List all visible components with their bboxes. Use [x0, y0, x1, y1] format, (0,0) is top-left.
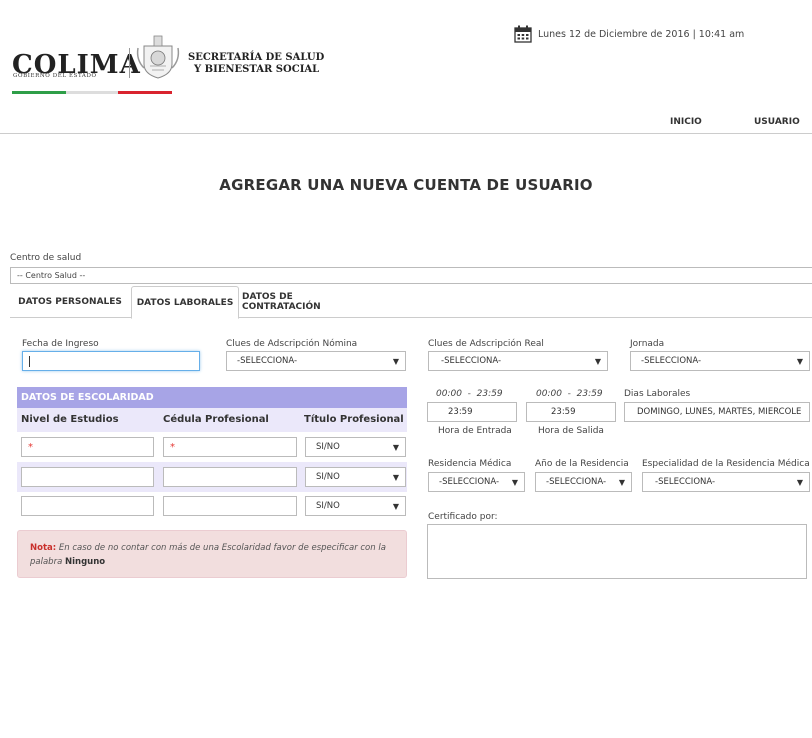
- dias-laborales-value: DOMINGO, LUNES, MARTES, MIERCOLE: [637, 407, 802, 417]
- clues-nomina-value: -SELECCIONA-: [237, 356, 298, 366]
- hora-salida-range: 00:00 - 23:59: [536, 389, 603, 399]
- col-cedula-profesional: Cédula Profesional: [163, 414, 269, 425]
- required-mark: *: [28, 441, 33, 453]
- cedula-profesional-input[interactable]: [163, 496, 297, 516]
- cedula-profesional-input[interactable]: *: [163, 437, 297, 457]
- date-display: Lunes 12 de Diciembre de 2016 | 10:41 am: [514, 24, 744, 44]
- certificado-textarea[interactable]: [427, 524, 807, 579]
- certificado-label: Certificado por:: [428, 512, 498, 522]
- residencia-select[interactable]: -SELECCIONA- ▼: [428, 472, 525, 492]
- chevron-down-icon: ▼: [618, 477, 625, 487]
- secretaria-line-2: Y BIENESTAR SOCIAL: [194, 64, 320, 75]
- required-mark: *: [170, 441, 175, 453]
- clues-nomina-label: Clues de Adscripción Nómina: [226, 339, 358, 349]
- header-divider: [0, 133, 812, 134]
- residencia-label: Residencia Médica: [428, 459, 512, 469]
- titulo-profesional-select[interactable]: SI/NO ▼: [305, 496, 406, 516]
- especialidad-value: -SELECCIONA-: [655, 477, 716, 487]
- jornada-select[interactable]: -SELECCIONA- ▼: [630, 351, 810, 371]
- flag-stripe-red: [118, 91, 172, 94]
- clues-real-label: Clues de Adscripción Real: [428, 339, 544, 349]
- datetime-text: Lunes 12 de Diciembre de 2016 | 10:41 am: [538, 28, 745, 40]
- tab-datos-contratacion[interactable]: DATOS DE CONTRATACIÓN: [242, 286, 368, 318]
- residencia-value: -SELECCIONA-: [439, 477, 500, 487]
- nivel-estudios-input[interactable]: [21, 496, 154, 516]
- fecha-ingreso-label: Fecha de Ingreso: [22, 339, 99, 349]
- anio-residencia-select[interactable]: -SELECCIONA- ▼: [535, 472, 632, 492]
- escolaridad-header: DATOS DE ESCOLARIDAD: [17, 387, 407, 408]
- tab-datos-personales[interactable]: DATOS PERSONALES: [10, 286, 130, 318]
- nivel-estudios-input[interactable]: *: [21, 437, 154, 457]
- titulo-value: SI/NO: [316, 442, 340, 452]
- titulo-profesional-select[interactable]: SI/NO ▼: [305, 467, 406, 487]
- jornada-label: Jornada: [630, 339, 665, 349]
- centro-label: Centro de salud: [10, 253, 82, 263]
- anio-residencia-label: Año de la Residencia: [535, 459, 629, 469]
- hora-entrada-label: Hora de Entrada: [438, 426, 512, 436]
- titulo-value: SI/NO: [316, 472, 340, 482]
- chevron-down-icon: ▼: [796, 477, 803, 487]
- col-nivel-estudios: Nivel de Estudios: [21, 414, 119, 425]
- anio-residencia-value: -SELECCIONA-: [546, 477, 607, 487]
- calendar-icon: [514, 25, 532, 43]
- chevron-down-icon: ▼: [392, 501, 399, 511]
- hora-entrada-value: 23:59: [448, 407, 473, 417]
- fecha-ingreso-input[interactable]: [22, 351, 200, 371]
- centro-salud-select[interactable]: -- Centro Salud -- ▼: [10, 267, 812, 284]
- escolaridad-columns: Nivel de Estudios Cédula Profesional Tít…: [17, 408, 407, 432]
- chevron-down-icon: ▼: [796, 356, 803, 366]
- nav-inicio[interactable]: INICIO: [670, 117, 702, 127]
- text-cursor: [29, 355, 30, 367]
- clues-nomina-select[interactable]: -SELECCIONA- ▼: [226, 351, 406, 371]
- clues-real-value: -SELECCIONA-: [441, 356, 502, 366]
- titulo-profesional-select[interactable]: SI/NO ▼: [305, 437, 406, 457]
- titulo-value: SI/NO: [316, 501, 340, 511]
- tab-datos-laborales[interactable]: DATOS LABORALES: [131, 286, 239, 319]
- chevron-down-icon: ▼: [392, 442, 399, 452]
- hora-salida-label: Hora de Salida: [538, 426, 604, 436]
- hora-salida-value: 23:59: [551, 407, 576, 417]
- flag-stripe-green: [12, 91, 66, 94]
- logo-subtitle: GOBIERNO DEL ESTADO: [13, 73, 97, 79]
- nivel-estudios-input[interactable]: [21, 467, 154, 487]
- nota-label: Nota:: [30, 543, 57, 553]
- nota-alert: Nota: En caso de no contar con más de un…: [17, 530, 407, 578]
- chevron-down-icon: ▼: [511, 477, 518, 487]
- logo-divider: [129, 48, 130, 78]
- page-title: AGREGAR UNA NUEVA CUENTA DE USUARIO: [219, 176, 593, 194]
- cedula-profesional-input[interactable]: [163, 467, 297, 487]
- hora-entrada-range: 00:00 - 23:59: [436, 389, 503, 399]
- hora-entrada-input[interactable]: 23:59: [427, 402, 517, 422]
- dias-laborales-label: Dias Laborales: [624, 389, 691, 399]
- coat-of-arms-icon: [136, 35, 180, 79]
- col-titulo-profesional: Título Profesional: [304, 414, 404, 425]
- nav-usuario[interactable]: USUARIO: [754, 117, 800, 127]
- centro-value: -- Centro Salud --: [17, 271, 86, 280]
- especialidad-select[interactable]: -SELECCIONA- ▼: [642, 472, 810, 492]
- especialidad-label: Especialidad de la Residencia Médica: [642, 459, 810, 469]
- chevron-down-icon: ▼: [392, 356, 399, 366]
- hora-salida-input[interactable]: 23:59: [526, 402, 616, 422]
- nota-keyword: Ninguno: [64, 557, 106, 567]
- tab-bar: DATOS PERSONALES DATOS LABORALES DATOS D…: [10, 286, 812, 319]
- chevron-down-icon: ▼: [392, 472, 399, 482]
- dias-laborales-input[interactable]: DOMINGO, LUNES, MARTES, MIERCOLE: [624, 402, 810, 422]
- secretaria-name: SECRETARÍA DE SALUD Y BIENESTAR SOCIAL: [188, 52, 324, 76]
- chevron-down-icon: ▼: [594, 356, 601, 366]
- clues-real-select[interactable]: -SELECCIONA- ▼: [428, 351, 608, 371]
- flag-stripe-white: [66, 91, 118, 94]
- secretaria-line-1: SECRETARÍA DE SALUD: [188, 52, 325, 63]
- jornada-value: -SELECCIONA-: [641, 356, 702, 366]
